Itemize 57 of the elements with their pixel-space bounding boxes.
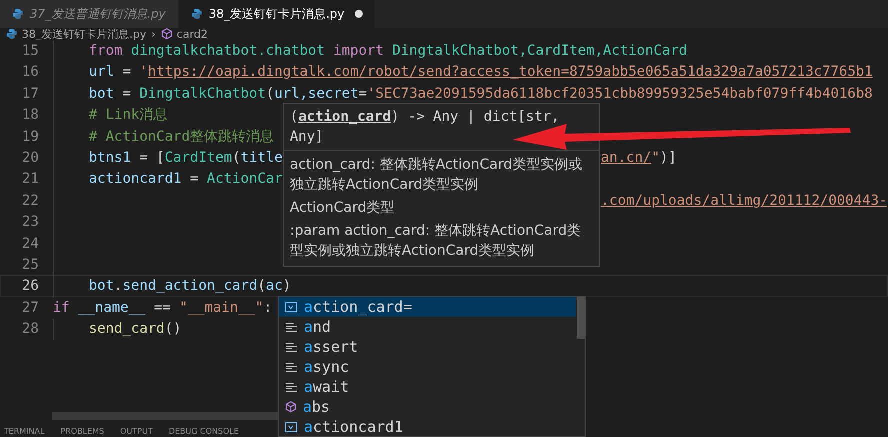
keyword-icon <box>285 322 298 332</box>
line-number: 28 <box>21 320 39 340</box>
line-number: 24 <box>21 234 39 254</box>
line-number: 16 <box>21 63 39 82</box>
code-text: from dingtalkchatbot.chatbot import DingtalkChatbot,CardItem,ActionCard <box>89 43 688 59</box>
suggestion-item[interactable]: assert <box>279 337 576 357</box>
code-text: send_card() <box>89 321 182 338</box>
keyword-icon <box>285 342 298 352</box>
suggestion-item[interactable]: await <box>279 377 576 397</box>
doc-text: action_card: 整体跳转ActionCard类型实例或独立跳转ActionCard类型实例 <box>290 156 584 195</box>
python-file-icon <box>12 8 24 20</box>
line-number: 22 <box>21 192 39 211</box>
keyword-icon <box>285 382 298 392</box>
line-number: 20 <box>21 148 39 168</box>
suggestion-item[interactable]: and <box>279 317 576 337</box>
doc-text: :param action_card: 整体跳转ActionCard类型实例或独立跳转ActionCard类型实例 <box>290 222 582 261</box>
python-file-icon <box>6 28 18 40</box>
editor-tab[interactable]: 38_发送钉钉卡片消息.py <box>178 0 376 28</box>
line-number: 26 <box>21 277 39 296</box>
editor-tab[interactable]: 37_发送普通钉钉消息.py <box>0 0 179 28</box>
line-number: 15 <box>21 42 39 61</box>
breadcrumb-separator: › <box>152 28 156 40</box>
suggestion-item[interactable]: actioncard1 <box>279 417 576 436</box>
line-number: 19 <box>21 128 39 147</box>
code-text: actioncard1 = ActionCar <box>89 171 283 188</box>
cube-icon <box>285 401 297 413</box>
breadcrumb-item[interactable]: card2 <box>160 28 208 40</box>
code-text: bot = DingtalkChatbot(url,secret='SEC73ae2091595da6118bcf20351cbb89959325e54babf079ff4b4016b8 <box>89 86 873 102</box>
code-text: bot.send_action_card(ac) <box>89 278 292 294</box>
line-number: 21 <box>21 170 39 190</box>
cube-icon <box>160 28 173 40</box>
code-text: # Link消息 <box>89 107 168 124</box>
line-number: 23 <box>21 213 39 232</box>
python-file-icon <box>190 8 203 20</box>
code-text: btns1 = [CardItem(title <box>89 150 283 166</box>
suggestion-item[interactable]: async <box>279 357 576 377</box>
keyword-icon <box>285 362 298 372</box>
horizontal-scrollbar[interactable] <box>52 412 278 420</box>
doc-text: ActionCard类型 <box>290 199 396 218</box>
code-text: if __name__ == "__main__": <box>53 300 272 316</box>
line-number: 17 <box>21 84 39 104</box>
line-number: 18 <box>21 106 39 126</box>
panel-tab[interactable]: DEBUG CONSOLE <box>168 426 240 437</box>
suggestion-item[interactable]: action_card= <box>279 297 576 317</box>
variable-icon <box>285 422 298 432</box>
line-number: 25 <box>21 256 39 275</box>
code-text: url = 'https://oapi.dingtalk.com/robot/send?access_token=8759abb5e065a51da329a7a057213c7765b1 <box>89 64 873 80</box>
scrollbar-thumb[interactable] <box>577 297 585 339</box>
panel-tab[interactable]: PROBLEMS <box>60 426 104 437</box>
panel-tab[interactable]: OUTPUT <box>120 426 153 437</box>
suggestion-item[interactable]: abs <box>279 397 576 417</box>
variable-icon <box>285 302 298 312</box>
code-text: .com/uploads/allimg/201112/000443- <box>601 192 887 209</box>
panel-tab[interactable]: TERMINAL <box>4 426 45 437</box>
line-number: 27 <box>21 298 39 318</box>
code-text: # ActionCard整体跳转消息 <box>89 128 274 145</box>
code-text: an.cn/")] <box>601 150 677 166</box>
